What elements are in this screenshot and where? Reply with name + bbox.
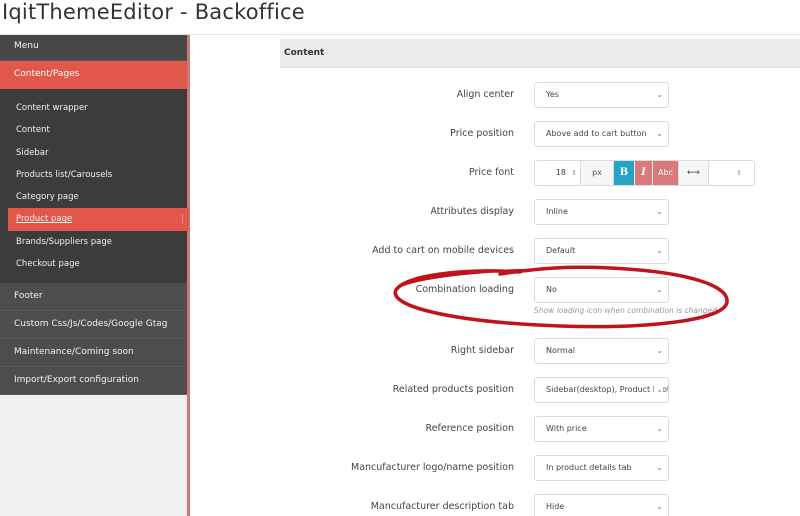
field-align-center: Align center Yes ⌄ — [280, 82, 800, 108]
bold-toggle[interactable]: B — [614, 161, 634, 185]
field-price-position: Price position Above add to cart button ⌄ — [280, 121, 800, 147]
chevron-down-icon: ⌄ — [654, 378, 663, 402]
field-reference-position: Reference position With price ⌄ — [280, 416, 800, 442]
select-value: Inline — [546, 207, 568, 216]
attributes-display-select[interactable]: Inline ⌄ — [534, 199, 669, 225]
align-center-select[interactable]: Yes ⌄ — [534, 82, 669, 108]
manufacturer-logo-position-select[interactable]: In product details tab ⌄ — [534, 455, 669, 481]
chevron-down-icon: ⌄ — [654, 495, 663, 516]
sidebar-item-footer[interactable]: Footer — [0, 283, 187, 312]
sidebar: Menu Content/Pages Content wrapper Conte… — [0, 35, 190, 516]
sidebar-item-content-pages[interactable]: Content/Pages — [0, 61, 187, 89]
content-panel-header: Content — [280, 39, 800, 68]
field-label: Price position — [450, 128, 514, 139]
right-sidebar-select[interactable]: Normal ⌄ — [534, 338, 669, 364]
font-size-input[interactable]: 18 ⇕ — [535, 161, 581, 185]
field-label: Mancufacturer logo/name position — [351, 462, 514, 473]
reference-position-select[interactable]: With price ⌄ — [534, 416, 669, 442]
sidebar-subitem-checkout-page[interactable]: Checkout page — [0, 253, 187, 275]
letter-spacing-input[interactable]: ⇕ — [709, 161, 754, 185]
field-manufacturer-description-tab: Mancufacturer description tab Hide ⌄ — [280, 494, 800, 516]
chevron-down-icon: ⌄ — [654, 200, 663, 224]
sidebar-subitem-products-list[interactable]: Products list/Carousels — [0, 164, 187, 186]
field-label: Mancufacturer description tab — [370, 501, 514, 512]
price-position-select[interactable]: Above add to cart button ⌄ — [534, 121, 669, 147]
add-to-cart-mobile-select[interactable]: Default ⌄ — [534, 238, 669, 264]
spinner-icon[interactable]: ⇕ — [571, 161, 577, 185]
chevron-down-icon: ⌄ — [654, 83, 663, 107]
help-text: Show loading icon when combination is ch… — [534, 306, 717, 315]
select-value: Above add to cart button — [546, 129, 647, 138]
select-value: Hide — [546, 502, 565, 511]
sidebar-item-maintenance[interactable]: Maintenance/Coming soon — [0, 339, 187, 368]
select-value: Default — [546, 246, 576, 255]
sidebar-item-custom-code[interactable]: Custom Css/Js/Codes/Google Gtag — [0, 311, 187, 340]
select-value: Yes — [546, 90, 559, 99]
chevron-down-icon: ⌄ — [654, 239, 663, 263]
sidebar-subitem-brands-suppliers[interactable]: Brands/Suppliers page — [0, 231, 187, 253]
page-title: IqitThemeEditor - Backoffice — [2, 0, 305, 24]
font-size-value: 18 — [555, 168, 566, 177]
chevron-down-icon: ⌄ — [654, 417, 663, 441]
field-right-sidebar: Right sidebar Normal ⌄ — [280, 338, 800, 364]
field-label: Add to cart on mobile devices — [372, 245, 514, 256]
letter-spacing-icon: ⟷ — [678, 161, 709, 185]
chevron-down-icon: ⌄ — [654, 456, 663, 480]
select-value: No — [546, 285, 557, 294]
field-label: Related products position — [392, 384, 514, 395]
chevron-down-icon: ⌄ — [654, 122, 663, 146]
sidebar-subitem-sidebar[interactable]: Sidebar — [0, 142, 187, 164]
related-products-position-select[interactable]: Sidebar(desktop), Product Footer ⌄ — [534, 377, 669, 403]
select-value: Sidebar(desktop), Product Footer — [546, 385, 669, 394]
price-font-controls: 18 ⇕ px B I Abc ⟷ ⇕ — [534, 160, 755, 186]
chevron-down-icon: ⌄ — [654, 278, 663, 302]
select-value: In product details tab — [546, 463, 632, 472]
select-value: With price — [546, 424, 587, 433]
field-add-to-cart-mobile: Add to cart on mobile devices Default ⌄ — [280, 238, 800, 264]
manufacturer-description-tab-select[interactable]: Hide ⌄ — [534, 494, 669, 516]
sidebar-item-import-export[interactable]: Import/Export configuration — [0, 367, 187, 396]
sidebar-subitem-content-wrapper[interactable]: Content wrapper — [0, 97, 187, 119]
field-label: Reference position — [425, 423, 515, 434]
spinner-icon[interactable]: ⇕ — [736, 161, 742, 185]
sidebar-menu-header[interactable]: Menu — [0, 35, 187, 61]
italic-toggle[interactable]: I — [634, 161, 652, 185]
sidebar-subitem-label: Product page — [16, 214, 184, 225]
uppercase-toggle[interactable]: Abc — [652, 161, 678, 185]
field-attributes-display: Attributes display Inline ⌄ — [280, 199, 800, 225]
field-label: Right sidebar — [450, 345, 514, 356]
field-combination-loading: Combination loading No ⌄ Show loading ico… — [280, 277, 800, 315]
field-label: Price font — [468, 167, 514, 178]
field-manufacturer-logo-position: Mancufacturer logo/name position In prod… — [280, 455, 800, 481]
sidebar-subitem-product-page[interactable]: Product page — [8, 208, 189, 231]
combination-loading-select[interactable]: No ⌄ — [534, 277, 669, 303]
chevron-down-icon: ⌄ — [654, 339, 663, 363]
field-label: Align center — [456, 89, 514, 100]
field-price-font: Price font 18 ⇕ px B I Abc ⟷ ⇕ — [280, 160, 800, 186]
sidebar-submenu: Content wrapper Content Sidebar Products… — [0, 89, 189, 284]
field-label: Attributes display — [430, 206, 514, 217]
sidebar-subitem-category-page[interactable]: Category page — [0, 186, 187, 208]
field-label: Combination loading — [415, 284, 514, 295]
sidebar-subitem-content[interactable]: Content — [0, 119, 187, 141]
field-related-products-position: Related products position Sidebar(deskto… — [280, 377, 800, 403]
select-value: Normal — [546, 346, 575, 355]
font-unit-label: px — [581, 161, 614, 185]
